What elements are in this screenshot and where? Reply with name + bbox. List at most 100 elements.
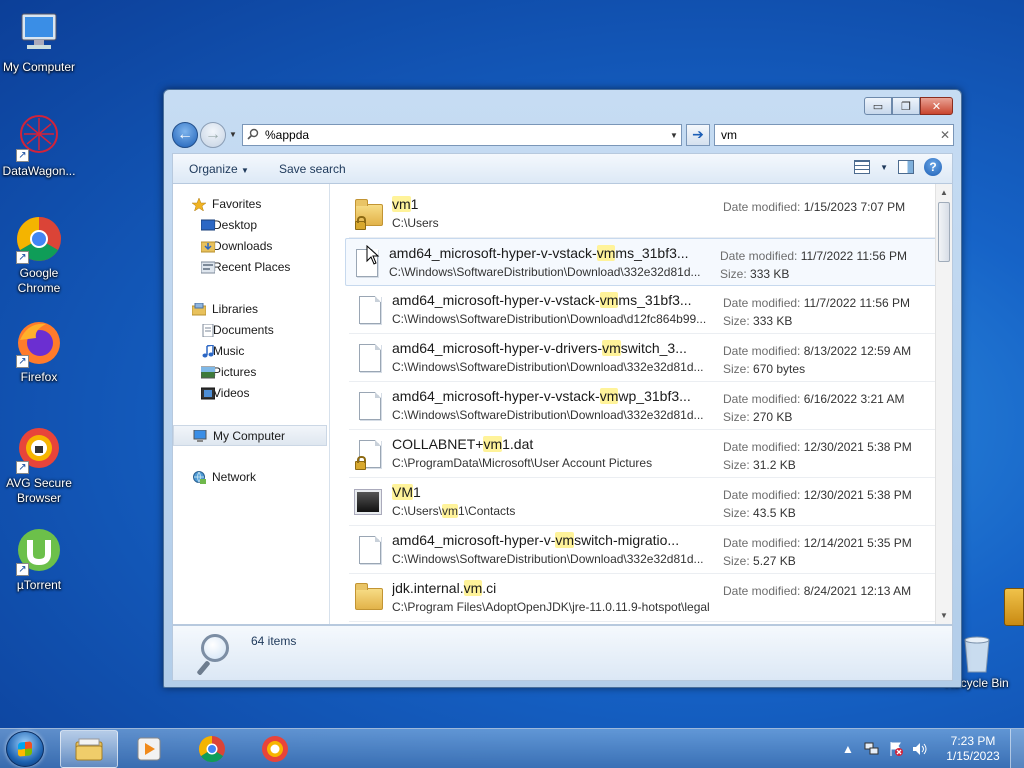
show-desktop-button[interactable] <box>1010 729 1024 768</box>
lock-icon <box>355 456 366 470</box>
desktop-icon-label: Google Chrome <box>17 266 61 295</box>
nav-network[interactable]: Network <box>173 467 329 488</box>
result-path: C:\Windows\SoftwareDistribution\Download… <box>392 360 704 374</box>
search-box[interactable]: ✕ <box>714 124 954 146</box>
content-area: Favorites Desktop Downloads Recent Place… <box>172 183 953 625</box>
maximize-button[interactable]: ❐ <box>892 97 920 115</box>
nav-label: My Computer <box>213 429 286 443</box>
result-item-hyperv-vmswitch-migration[interactable]: amd64_microsoft-hyper-v-vmswitch-migrati… <box>349 526 939 574</box>
vertical-scrollbar[interactable]: ▲ ▼ <box>935 184 952 624</box>
star-icon <box>192 198 206 211</box>
nav-favorites[interactable]: Favorites <box>173 194 329 215</box>
nav-downloads[interactable]: Downloads <box>173 236 329 257</box>
scroll-down-icon[interactable]: ▼ <box>936 607 952 624</box>
taskbar-media-player[interactable] <box>120 730 178 768</box>
result-item-collabnet-vm1-dat[interactable]: COLLABNET+vm1.dat C:\ProgramData\Microso… <box>349 430 939 478</box>
result-size: Size: 333 KB <box>723 314 793 328</box>
change-view-icon[interactable] <box>854 160 871 174</box>
arrow-right-icon: → <box>205 126 221 143</box>
action-center-flag-icon[interactable] <box>888 741 904 757</box>
nav-my-computer[interactable]: My Computer <box>173 425 327 446</box>
help-icon[interactable]: ? <box>924 158 942 176</box>
scroll-thumb[interactable] <box>938 202 950 262</box>
network-tray-icon[interactable] <box>864 741 880 757</box>
nav-label: Libraries <box>212 302 259 316</box>
nav-videos[interactable]: Videos <box>173 383 329 404</box>
clear-search-icon[interactable]: ✕ <box>937 128 953 142</box>
desktop-icon-avg-browser[interactable]: ↗ AVG Secure Browser <box>0 424 78 506</box>
result-name: amd64_microsoft-hyper-v-vmswitch-migrati… <box>392 532 680 548</box>
scroll-up-icon[interactable]: ▲ <box>936 184 952 201</box>
datawagon-icon: ↗ <box>14 112 64 162</box>
shortcut-arrow-icon: ↗ <box>16 461 29 474</box>
nav-recent-places[interactable]: Recent Places <box>173 257 329 278</box>
go-button[interactable]: ➔ <box>686 124 710 146</box>
result-size: Size: 333 KB <box>720 267 790 281</box>
chrome-icon <box>198 735 225 763</box>
result-path: C:\Windows\SoftwareDistribution\Download… <box>389 265 701 279</box>
desktop-icon-datawagon[interactable]: ↗ DataWagon... <box>0 112 78 179</box>
result-size: Size: 5.27 KB <box>723 554 796 568</box>
pictures-icon <box>201 366 215 379</box>
view-options-chevron-icon[interactable]: ▼ <box>880 163 888 172</box>
chevron-down-icon: ▼ <box>241 165 249 175</box>
volume-icon[interactable] <box>912 741 928 757</box>
result-item-jdk-internal-vm-ci[interactable]: jdk.internal.vm.ci C:\Program Files\Adop… <box>349 574 939 622</box>
result-item-hyperv-vmms-2[interactable]: amd64_microsoft-hyper-v-vstack-vmms_31bf… <box>349 286 939 334</box>
taskbar-avg-browser[interactable] <box>246 730 304 768</box>
back-button[interactable]: ← <box>172 122 198 148</box>
address-input[interactable] <box>265 128 667 142</box>
result-item-hyperv-vmswitch[interactable]: amd64_microsoft-hyper-v-drivers-vmswitch… <box>349 334 939 382</box>
show-hidden-icons-icon[interactable]: ▲ <box>840 741 856 757</box>
gadget-icon[interactable] <box>1004 588 1024 626</box>
command-bar: Organize ▼ Save search ▼ ? <box>172 153 953 183</box>
result-item-vm1-folder[interactable]: vm1 C:\Users Date modified: 1/15/2023 7:… <box>349 190 939 238</box>
result-path: C:\Windows\SoftwareDistribution\Download… <box>392 312 707 326</box>
desktop-icon-my-computer[interactable]: My Computer <box>0 8 78 75</box>
result-name: jdk.internal.vm.ci <box>392 580 497 596</box>
clock[interactable]: 7:23 PM 1/15/2023 <box>936 734 1010 764</box>
result-path: C:\Program Files\AdoptOpenJDK\jre-11.0.1… <box>392 600 710 614</box>
preview-pane-icon[interactable] <box>898 160 914 174</box>
result-date: Date modified: 12/14/2021 5:35 PM <box>723 536 912 550</box>
nav-music[interactable]: Music <box>173 341 329 362</box>
computer-icon <box>14 8 64 58</box>
taskbar-explorer[interactable] <box>60 730 118 768</box>
result-name: amd64_microsoft-hyper-v-vstack-vmms_31bf… <box>392 292 692 308</box>
search-input[interactable] <box>721 128 937 142</box>
taskbar-chrome[interactable] <box>183 730 241 768</box>
chrome-icon: ↗ <box>14 214 64 264</box>
nav-libraries[interactable]: Libraries <box>173 299 329 320</box>
nav-documents[interactable]: Documents <box>173 320 329 341</box>
nav-label: Documents <box>213 323 274 337</box>
result-name: vm1 <box>392 196 419 212</box>
result-item-hyperv-vmms-1[interactable]: amd64_microsoft-hyper-v-vstack-vmms_31bf… <box>345 238 939 286</box>
result-date: Date modified: 1/15/2023 7:07 PM <box>723 200 906 214</box>
file-icon <box>355 536 383 566</box>
result-item-vm1-contact[interactable]: VM1 C:\Users\vm1\Contacts Date modified:… <box>349 478 939 526</box>
start-button[interactable] <box>6 731 44 767</box>
organize-button[interactable]: Organize ▼ <box>189 162 249 176</box>
close-button[interactable]: ✕ <box>920 97 953 115</box>
address-bar[interactable]: ▼ <box>242 124 682 146</box>
nav-pictures[interactable]: Pictures <box>173 362 329 383</box>
system-tray: ▲ 7:23 PM 1/15/2023 <box>840 729 1024 768</box>
explorer-window[interactable]: ▭ ❐ ✕ ← → ▼ ▼ ➔ ✕ Organize ▼ Save search… <box>163 89 962 688</box>
save-search-button[interactable]: Save search <box>279 162 346 176</box>
nav-label: Downloads <box>213 239 273 253</box>
address-dropdown-icon[interactable]: ▼ <box>667 131 681 140</box>
desktop-icon-google-chrome[interactable]: ↗ Google Chrome <box>0 214 78 296</box>
result-path: C:\Users <box>392 216 439 230</box>
nav-desktop[interactable]: Desktop <box>173 215 329 236</box>
desktop-icon-utorrent[interactable]: ↗ µTorrent <box>0 526 78 593</box>
result-path: C:\Windows\SoftwareDistribution\Download… <box>392 408 704 422</box>
minimize-button[interactable]: ▭ <box>864 97 892 115</box>
recent-pages-dropdown[interactable]: ▼ <box>229 130 237 139</box>
network-icon <box>193 471 206 484</box>
result-item-hyperv-vmwp[interactable]: amd64_microsoft-hyper-v-vstack-vmwp_31bf… <box>349 382 939 430</box>
libraries-icon <box>192 303 206 316</box>
forward-button[interactable]: → <box>200 122 226 148</box>
desktop-icon-label: Firefox <box>20 370 58 384</box>
desktop-icon-firefox[interactable]: ↗ Firefox <box>0 318 78 385</box>
result-size: Size: 270 KB <box>723 410 793 424</box>
